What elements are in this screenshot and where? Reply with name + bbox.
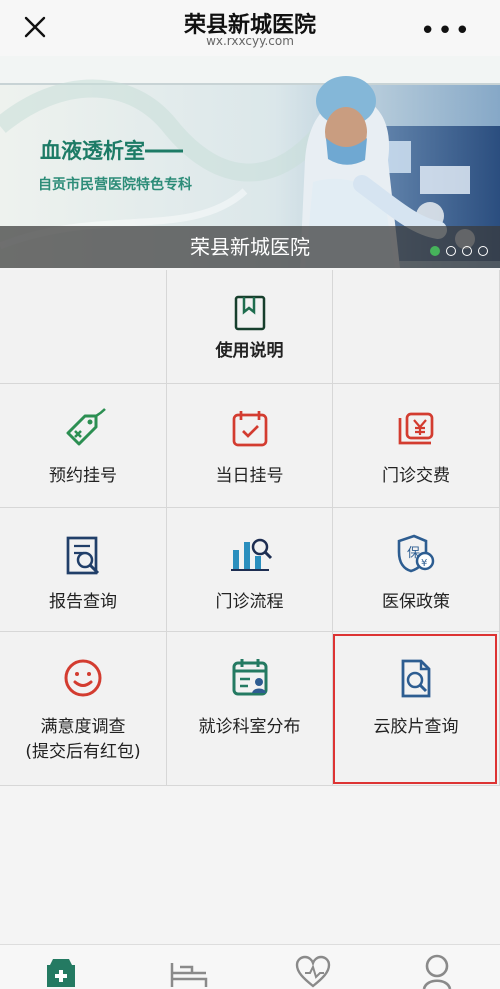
report-query-button[interactable]: 报告查询	[0, 508, 167, 632]
calendar-check-icon	[232, 411, 267, 447]
medical-home-icon[interactable]	[43, 957, 79, 987]
outpatient-payment-button[interactable]: 门诊交费	[333, 384, 500, 508]
medical-insurance-button[interactable]: 保 ¥ 医保政策	[333, 508, 500, 632]
outpatient-payment-label: 门诊交费	[382, 466, 450, 486]
carousel-dot[interactable]	[462, 246, 472, 256]
instructions-label: 使用说明	[215, 341, 284, 361]
outpatient-process-label: 门诊流程	[215, 592, 284, 612]
banner-headline: 血液透析室	[40, 139, 145, 163]
top-navigation-bar: 荣县新城医院 wx.rxxcyy.com •••	[0, 0, 500, 56]
smile-icon	[64, 659, 102, 697]
department-icon	[232, 659, 267, 696]
same-day-registration-button[interactable]: 当日挂号	[167, 384, 333, 508]
carousel-pagination[interactable]	[430, 246, 488, 256]
satisfaction-survey-label: 满意度调查	[40, 717, 126, 737]
satisfaction-survey-button[interactable]: 满意度调查 (提交后有红包)	[0, 632, 167, 786]
instructions-button[interactable]: 使用说明	[167, 270, 333, 384]
department-distribution-button[interactable]: 就诊科室分布	[167, 632, 333, 786]
book-icon	[234, 295, 265, 331]
appointment-label: 预约挂号	[49, 466, 117, 486]
report-search-icon	[66, 536, 100, 575]
banner-subheadline: 自贡市民营医院特色专科	[38, 176, 192, 193]
survey-reward-label: (提交后有红包)	[25, 742, 141, 762]
insurance-shield-icon: 保¥	[397, 534, 435, 573]
bottom-navigation	[0, 944, 500, 989]
heart-icon[interactable]	[293, 955, 333, 989]
process-icon	[230, 538, 272, 571]
empty-grid-cell	[0, 270, 167, 384]
outpatient-process-button[interactable]: 门诊流程	[167, 508, 333, 632]
report-query-label: 报告查询	[49, 592, 117, 612]
tag-icon	[66, 408, 106, 446]
more-icon[interactable]: •••	[420, 18, 472, 44]
svg-text:¥: ¥	[421, 558, 427, 569]
same-day-registration-label: 当日挂号	[215, 466, 284, 486]
highlight-box	[333, 634, 497, 784]
empty-grid-cell	[333, 270, 500, 384]
medical-insurance-label: 医保政策	[382, 592, 450, 612]
banner-caption: 荣县新城医院	[0, 226, 500, 268]
bed-icon[interactable]	[168, 959, 210, 987]
carousel-dot-active[interactable]	[430, 246, 440, 256]
money-box-icon	[398, 412, 434, 445]
user-icon[interactable]	[420, 953, 454, 989]
appointment-button[interactable]: 预约挂号	[0, 384, 167, 508]
department-distribution-label: 就诊科室分布	[198, 717, 301, 737]
carousel-dot[interactable]	[446, 246, 456, 256]
carousel-dot[interactable]	[478, 246, 488, 256]
